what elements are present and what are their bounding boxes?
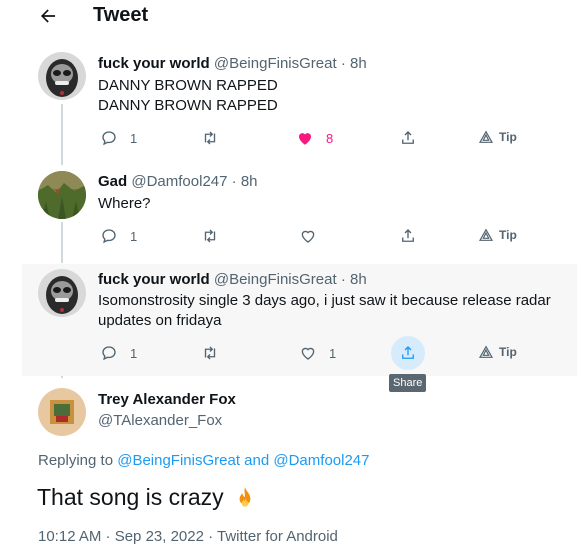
share-button[interactable] [399,129,417,147]
share-tooltip: Share [389,374,427,392]
retweet-button[interactable] [201,227,231,245]
heart-icon [301,230,315,243]
tip-button[interactable]: Tip [478,227,517,243]
reply-button[interactable]: 1 [100,129,137,147]
avatar[interactable] [38,52,86,100]
tip-button[interactable]: Tip [478,344,517,360]
reply-icon [102,131,116,146]
author-handle[interactable]: @Damfool247 [131,173,227,190]
share-icon [402,346,414,359]
tweet-actions: 1 8 Tip [98,129,568,149]
reply-icon [102,346,116,361]
like-button[interactable]: 8 [296,129,333,147]
author-handle[interactable]: @TAlexander_Fox [98,412,222,429]
tip-label: Tip [499,345,517,359]
like-button[interactable]: 1 [299,344,336,362]
avatar[interactable] [38,269,86,317]
tweet[interactable]: fuck your world @BeingFinisGreat · 8h DA… [22,48,577,166]
author-name[interactable]: fuck your world [98,271,210,288]
avatar[interactable] [38,171,86,219]
reply-count: 1 [130,345,138,361]
top-bar: Tweet [0,0,577,32]
retweet-icon [204,346,216,360]
tweet[interactable]: Gad @Damfool247 · 8h Where? 1 Tip [22,166,577,264]
retweet-icon [204,131,216,145]
page-title: Tweet [93,4,149,26]
mention-link[interactable]: @BeingFinisGreat [117,452,240,469]
reply-button[interactable]: 1 [100,344,137,362]
heart-icon [301,347,315,360]
tweet-time[interactable]: 8h [350,271,367,288]
share-button[interactable] [399,227,417,245]
share-icon [402,131,414,144]
author-name[interactable]: fuck your world [98,55,210,72]
tweet-time[interactable]: 8h [350,55,367,72]
tweet-header: Gad @Damfool247 · 8h [98,173,258,190]
retweet-button[interactable] [201,344,231,362]
tip-button[interactable]: Tip [478,129,517,145]
tweet-text: Where? [98,195,151,212]
mention-link[interactable]: @Damfool247 [273,452,369,469]
tip-icon [478,228,494,241]
author-handle[interactable]: @BeingFinisGreat [214,271,337,288]
tweet-timestamp[interactable]: 10:12 AM · Sep 23, 2022 · Twitter for An… [38,528,338,545]
like-button[interactable] [299,227,329,245]
tweet-header: fuck your world @BeingFinisGreat · 8h [98,271,367,288]
reply-count: 1 [130,130,138,146]
tweet-time[interactable]: 8h [241,173,258,190]
back-button[interactable] [34,2,62,30]
tweet-actions: 1 1 Tip [98,336,568,370]
author-name[interactable]: Trey Alexander Fox [98,391,236,408]
tweet-text: Isomonstrosity single 3 days ago, i just… [98,292,551,329]
author-name[interactable]: Gad [98,173,127,190]
retweet-icon [204,229,216,243]
author-handle[interactable]: @BeingFinisGreat [214,55,337,72]
tip-label: Tip [499,228,517,242]
tweet-actions: 1 Tip [98,227,568,247]
arrow-left-icon [41,9,56,23]
reply-button[interactable]: 1 [100,227,137,245]
like-count: 8 [326,130,334,146]
avatar[interactable] [38,388,86,436]
reply-count: 1 [130,228,138,244]
tip-icon [478,345,494,358]
share-icon [402,229,414,242]
focused-tweet-text: That song is crazy [37,484,258,511]
replying-to: Replying to @BeingFinisGreat and @Damfoo… [38,452,370,469]
fire-emoji-icon [239,486,251,507]
tip-icon [478,130,494,143]
tip-label: Tip [499,130,517,144]
retweet-button[interactable] [201,129,231,147]
tweet[interactable]: fuck your world @BeingFinisGreat · 8h Is… [22,264,577,376]
tweet-text: DANNY BROWN RAPPED DANNY BROWN RAPPED [98,77,278,114]
heart-filled-icon [299,133,311,145]
reply-icon [102,229,116,244]
like-count: 1 [329,345,337,361]
share-button[interactable] [399,344,417,362]
tweet-header: fuck your world @BeingFinisGreat · 8h [98,55,367,72]
